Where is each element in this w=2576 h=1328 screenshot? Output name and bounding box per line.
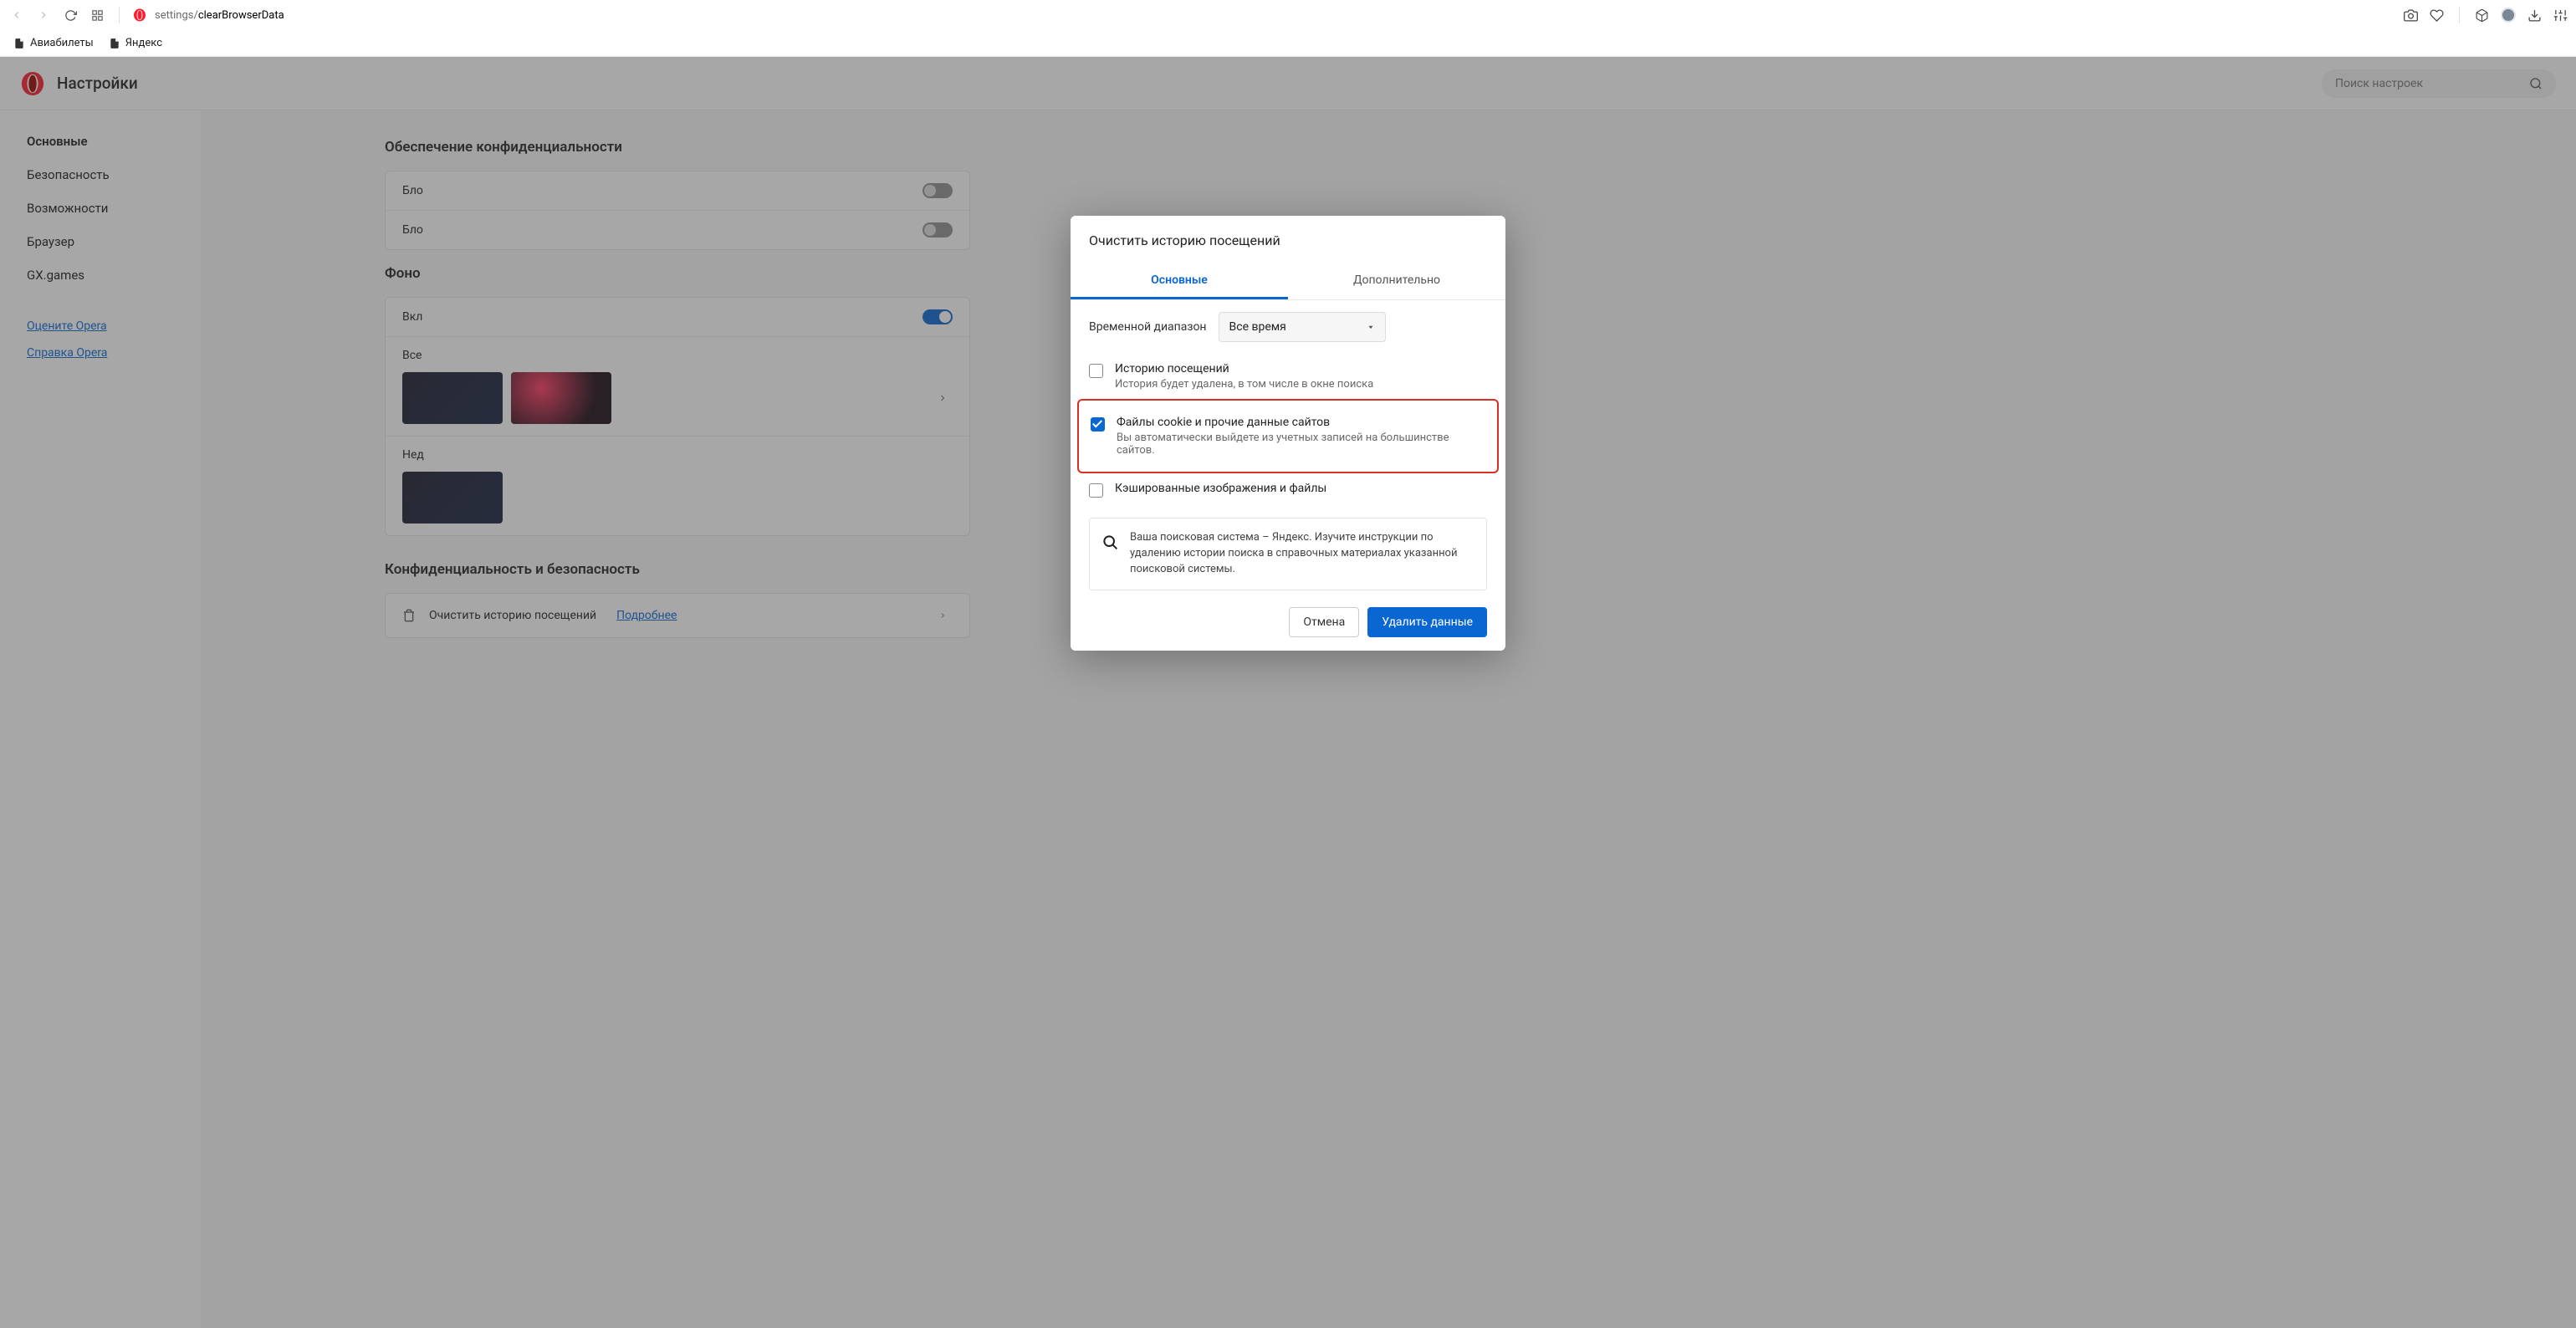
toolbar-right-icons [2404,7,2568,23]
bookmarks-bar: Авиабилеты Яндекс [0,30,2576,57]
tab-advanced[interactable]: Дополнительно [1288,263,1505,299]
option-history[interactable]: Историю посещений История будет удалена,… [1071,354,1505,399]
browser-toolbar: settings/clearBrowserData [0,0,2576,30]
checkbox-cache[interactable] [1089,483,1103,498]
search-icon [1101,534,1118,550]
speed-dial-button[interactable] [89,7,105,23]
page-icon [109,38,120,49]
option-cookies[interactable]: Файлы cookie и прочие данные сайтов Вы а… [1079,407,1497,465]
cube-icon[interactable] [2475,8,2489,23]
toolbar-divider [119,7,120,23]
downloads-icon[interactable] [2527,8,2542,23]
checkbox-cookies[interactable] [1091,417,1105,432]
bookmark-label: Яндекс [125,37,162,49]
profile-avatar-icon[interactable] [2501,8,2516,23]
snapshot-icon[interactable] [2404,8,2418,23]
delete-data-button[interactable]: Удалить данные [1367,607,1487,637]
option-cookies-highlighted: Файлы cookie и прочие данные сайтов Вы а… [1077,399,1499,473]
heart-icon[interactable] [2430,8,2444,23]
page-icon [13,38,25,49]
cancel-button[interactable]: Отмена [1289,607,1359,637]
time-range-label: Временной диапазон [1089,320,1207,334]
tab-basic[interactable]: Основные [1071,263,1288,299]
url-text: settings/clearBrowserData [155,9,284,22]
reload-button[interactable] [62,7,79,23]
easy-setup-icon[interactable] [2553,8,2568,23]
chevron-down-icon [1367,323,1375,331]
option-cache[interactable]: Кэшированные изображения и файлы [1071,473,1505,506]
time-range-select[interactable]: Все время [1219,312,1386,342]
opera-icon [133,8,146,22]
dialog-actions: Отмена Удалить данные [1071,595,1505,637]
nav-forward-button[interactable] [35,7,52,23]
bookmark-label: Авиабилеты [30,37,94,49]
checkbox-history[interactable] [1089,364,1103,378]
dialog-title: Очистить историю посещений [1071,216,1505,263]
settings-page: Настройки Основные Безопасность Возможно… [0,57,2576,1328]
nav-back-button[interactable] [8,7,25,23]
bookmark-item[interactable]: Авиабилеты [13,37,94,49]
clear-data-dialog: Очистить историю посещений Основные Допо… [1071,216,1505,651]
search-engine-info: Ваша поисковая система – Яндекс. Изучите… [1089,518,1487,590]
address-bar[interactable]: settings/clearBrowserData [133,8,2394,22]
time-range-row: Временной диапазон Все время [1071,300,1505,354]
bookmark-item[interactable]: Яндекс [109,37,162,49]
dialog-tabs: Основные Дополнительно [1071,263,1505,300]
